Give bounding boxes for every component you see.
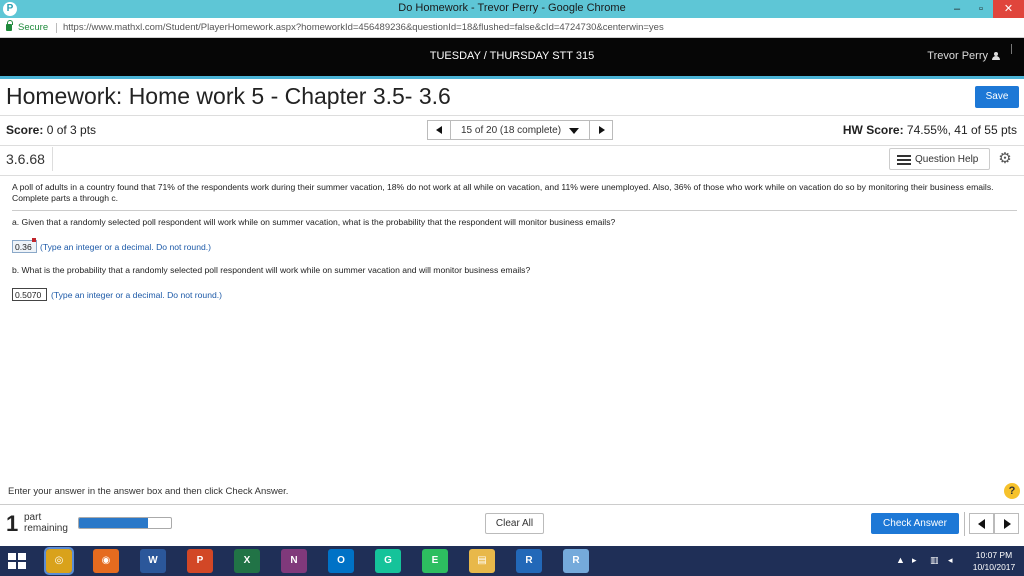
minimize-button[interactable]: –	[945, 0, 969, 18]
evernote-icon[interactable]: E	[422, 549, 448, 573]
volume-icon[interactable]: ◂	[948, 555, 953, 566]
windows-taskbar: ◎ ◉ W P X N O G E ▤ R R ▲ ▸ ▥ ◂	[0, 546, 1024, 576]
divider	[0, 504, 1024, 505]
flag-icon[interactable]: ▸	[912, 555, 917, 566]
word-icon[interactable]: W	[140, 549, 166, 573]
parts-remaining-label: part remaining	[24, 512, 68, 534]
previous-question-button[interactable]	[427, 120, 451, 140]
divider	[52, 147, 53, 171]
chrome-icon[interactable]: ◎	[44, 547, 74, 575]
question-help-label: Question Help	[915, 154, 979, 165]
course-header: TUESDAY / THURSDAY STT 315 Trevor Perry	[0, 38, 1024, 76]
window-title: Do Homework - Trevor Perry - Google Chro…	[398, 2, 626, 14]
powerpoint-icon[interactable]: P	[187, 549, 213, 573]
lock-icon	[6, 20, 13, 31]
divider	[964, 512, 965, 536]
score-label: Score:	[6, 123, 44, 137]
answer-b-hint: (Type an integer or a decimal. Do not ro…	[51, 290, 223, 300]
clock-time: 10:07 PM	[975, 550, 1013, 560]
progress-fill	[79, 518, 148, 528]
score-value: 0 of 3 pts	[43, 123, 97, 137]
part-b-prompt: b. What is the probability that a random…	[12, 265, 531, 275]
incorrect-mark-icon	[32, 238, 36, 242]
instruction-text: Enter your answer in the answer box and …	[8, 486, 289, 497]
address-bar[interactable]: Secure https://www.mathxl.com/Student/Pl…	[0, 18, 1024, 38]
question-intro: A poll of adults in a country found that…	[12, 182, 994, 203]
outlook-icon[interactable]: O	[328, 549, 354, 573]
question-selector-label: 15 of 20 (18 complete)	[461, 125, 562, 136]
part-a-prompt: a. Given that a randomly selected poll r…	[12, 217, 616, 227]
course-title: TUESDAY / THURSDAY STT 315	[429, 50, 595, 62]
clear-all-button[interactable]: Clear All	[485, 513, 544, 534]
tray-expand-icon[interactable]: ▲	[896, 555, 905, 565]
grammarly-icon[interactable]: G	[375, 549, 401, 573]
progress-bar	[78, 517, 172, 529]
hw-score-label: HW Score:	[842, 123, 904, 137]
excel-icon[interactable]: X	[234, 549, 260, 573]
answer-a-hint: (Type an integer or a decimal. Do not ro…	[40, 242, 212, 252]
score: Score: 0 of 3 pts	[6, 123, 96, 137]
answer-b-input[interactable]: 0.5070	[12, 288, 47, 301]
user-name[interactable]: Trevor Perry	[927, 50, 988, 62]
firefox-icon[interactable]: ◉	[93, 549, 119, 573]
url-text[interactable]: https://www.mathxl.com/Student/PlayerHom…	[63, 18, 664, 38]
save-button[interactable]: Save	[975, 86, 1019, 108]
secure-label[interactable]: Secure	[18, 18, 48, 38]
question-selector[interactable]: 15 of 20 (18 complete)	[451, 120, 589, 140]
hw-score: HW Score: 74.55%, 41 of 55 pts	[843, 123, 1017, 137]
parts-remaining-count: 1	[6, 511, 19, 536]
windows-start-icon[interactable]	[8, 553, 26, 569]
next-question-button[interactable]	[589, 120, 613, 140]
parts-text-line2: remaining	[24, 523, 68, 534]
file-explorer-icon[interactable]: ▤	[469, 549, 495, 573]
parts-text-line1: part	[24, 512, 42, 523]
close-button[interactable]: ✕	[993, 0, 1024, 18]
header-divider	[1011, 44, 1012, 54]
accent-bar	[0, 76, 1024, 79]
screen: P Do Homework - Trevor Perry - Google Ch…	[0, 0, 1024, 576]
onenote-icon[interactable]: N	[281, 549, 307, 573]
maximize-button[interactable]: ▫	[969, 0, 993, 18]
help-icon[interactable]: ?	[1004, 483, 1020, 499]
network-icon[interactable]: ▥	[930, 555, 939, 566]
list-icon	[897, 155, 911, 165]
r-icon[interactable]: R	[516, 549, 542, 573]
taskbar-clock[interactable]: 10:07 PM 10/10/2017	[966, 549, 1022, 573]
address-divider	[56, 23, 57, 33]
divider	[0, 145, 1024, 146]
question-help-button[interactable]: Question Help	[889, 148, 990, 170]
hw-score-value: 74.55%, 41 of 55 pts	[903, 123, 1017, 137]
divider	[0, 115, 1024, 116]
question-id: 3.6.68	[6, 151, 45, 167]
divider	[12, 210, 1017, 211]
rstudio-icon[interactable]: R	[563, 549, 589, 573]
user-icon[interactable]	[992, 52, 1000, 60]
divider	[0, 175, 1024, 176]
check-answer-button[interactable]: Check Answer	[871, 513, 959, 534]
clock-date: 10/10/2017	[972, 562, 1016, 572]
homework-title: Homework: Home work 5 - Chapter 3.5- 3.6	[6, 83, 451, 109]
gear-icon[interactable]: ⚙	[998, 151, 1012, 166]
next-part-button[interactable]	[994, 513, 1019, 534]
previous-part-button[interactable]	[969, 513, 994, 534]
caret-down-icon	[569, 128, 579, 134]
window-titlebar[interactable]: P Do Homework - Trevor Perry - Google Ch…	[0, 0, 1024, 18]
